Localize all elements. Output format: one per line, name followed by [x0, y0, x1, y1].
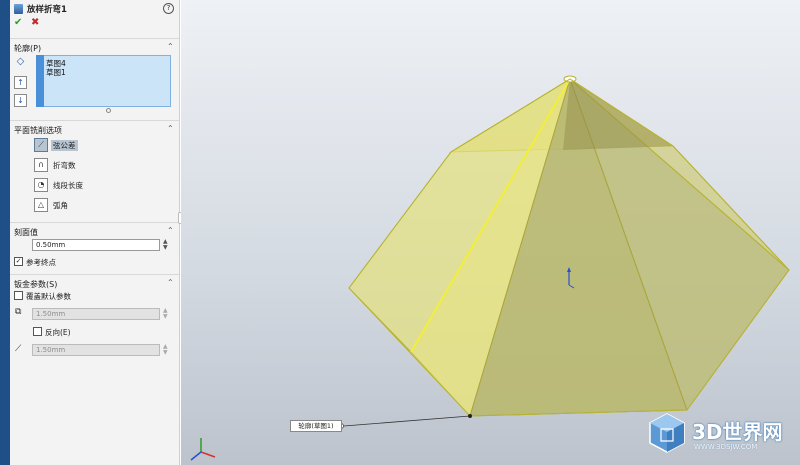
faceting-header[interactable]: 平面铣削选项 — [14, 125, 62, 136]
ref-endpoint-checkbox[interactable]: ✓ — [14, 257, 23, 266]
thickness-icon: ⧉ — [15, 307, 22, 317]
panel-title: 放样折弯1 — [14, 3, 67, 15]
option-label[interactable]: 弦公差 — [51, 140, 78, 151]
sheet-metal-header[interactable]: 钣金参数(S) — [14, 279, 57, 290]
callout-leader — [343, 415, 471, 427]
help-button[interactable]: ? — [163, 3, 174, 14]
chord-value-input[interactable]: 0.50mm — [32, 239, 160, 251]
reverse-checkbox[interactable] — [33, 327, 42, 336]
option-label[interactable]: 弧角 — [53, 200, 68, 211]
bend-radius-icon: ⟋ — [15, 344, 22, 354]
spinner-icon[interactable]: ▲ ▼ — [163, 308, 168, 320]
profiles-header[interactable]: 轮廓(P) — [14, 43, 41, 54]
bend-count-icon[interactable]: ∩ — [34, 158, 48, 172]
reorder-icon[interactable]: ◇ — [14, 56, 27, 69]
option-label[interactable]: 折弯数 — [53, 160, 76, 171]
spinner-icon[interactable]: ▲ ▼ — [163, 344, 168, 356]
chevron-up-icon[interactable]: ⌃ — [167, 124, 174, 133]
profile-callout[interactable]: 轮廓(草图1) — [290, 420, 342, 432]
list-selection-bar — [36, 55, 44, 107]
chevron-up-icon[interactable]: ⌃ — [167, 278, 174, 287]
watermark-brand: 3D世界网 — [692, 420, 783, 444]
cube-logo-icon — [649, 413, 685, 453]
chord-tolerance-icon[interactable]: ⟋ — [34, 138, 48, 152]
thickness-input[interactable]: 1.50mm — [32, 308, 160, 320]
lofted-part-model[interactable] — [181, 0, 800, 465]
option-label[interactable]: 线段长度 — [53, 180, 83, 191]
model-face — [563, 79, 673, 150]
spinner-icon[interactable]: ▲ ▼ — [163, 239, 168, 251]
arc-angle-icon[interactable]: △ — [34, 198, 48, 212]
property-manager: 放样折弯1 ? ✔ ✖ 轮廓(P) ⌃ ◇ ↑ ↓ 草图4 草图1 平面铣削选项… — [10, 0, 180, 465]
view-triad-icon — [190, 438, 216, 461]
resize-grip-icon[interactable] — [106, 108, 111, 113]
override-label: 覆盖默认参数 — [26, 292, 71, 301]
ok-button[interactable]: ✔ — [14, 17, 22, 28]
panel-title-text: 放样折弯1 — [27, 5, 67, 15]
chevron-up-icon[interactable]: ⌃ — [167, 42, 174, 51]
lofted-bend-icon — [14, 4, 23, 14]
sketch-point-icon — [468, 414, 472, 418]
chevron-up-icon[interactable]: ⌃ — [167, 226, 174, 235]
graphics-viewport[interactable]: 轮廓(草图1) — [181, 0, 800, 465]
list-item[interactable]: 草图1 — [46, 67, 66, 78]
move-down-button[interactable]: ↓ — [14, 94, 27, 107]
reverse-label: 反向(E) — [45, 328, 71, 337]
taskbar-strip — [0, 0, 10, 465]
chord-value-header[interactable]: 刻面值 — [14, 227, 38, 238]
override-checkbox[interactable] — [14, 291, 23, 300]
watermark-url: WWW.3DSJW.COM — [694, 443, 758, 451]
move-up-button[interactable]: ↑ — [14, 76, 27, 89]
bend-radius-input[interactable]: 1.50mm — [32, 344, 160, 356]
cancel-button[interactable]: ✖ — [31, 17, 39, 28]
watermark: 3D世界网 WWW.3DSJW.COM — [648, 410, 798, 460]
segment-length-icon[interactable]: ◔ — [34, 178, 48, 192]
ref-endpoint-label: 参考终点 — [26, 258, 56, 267]
